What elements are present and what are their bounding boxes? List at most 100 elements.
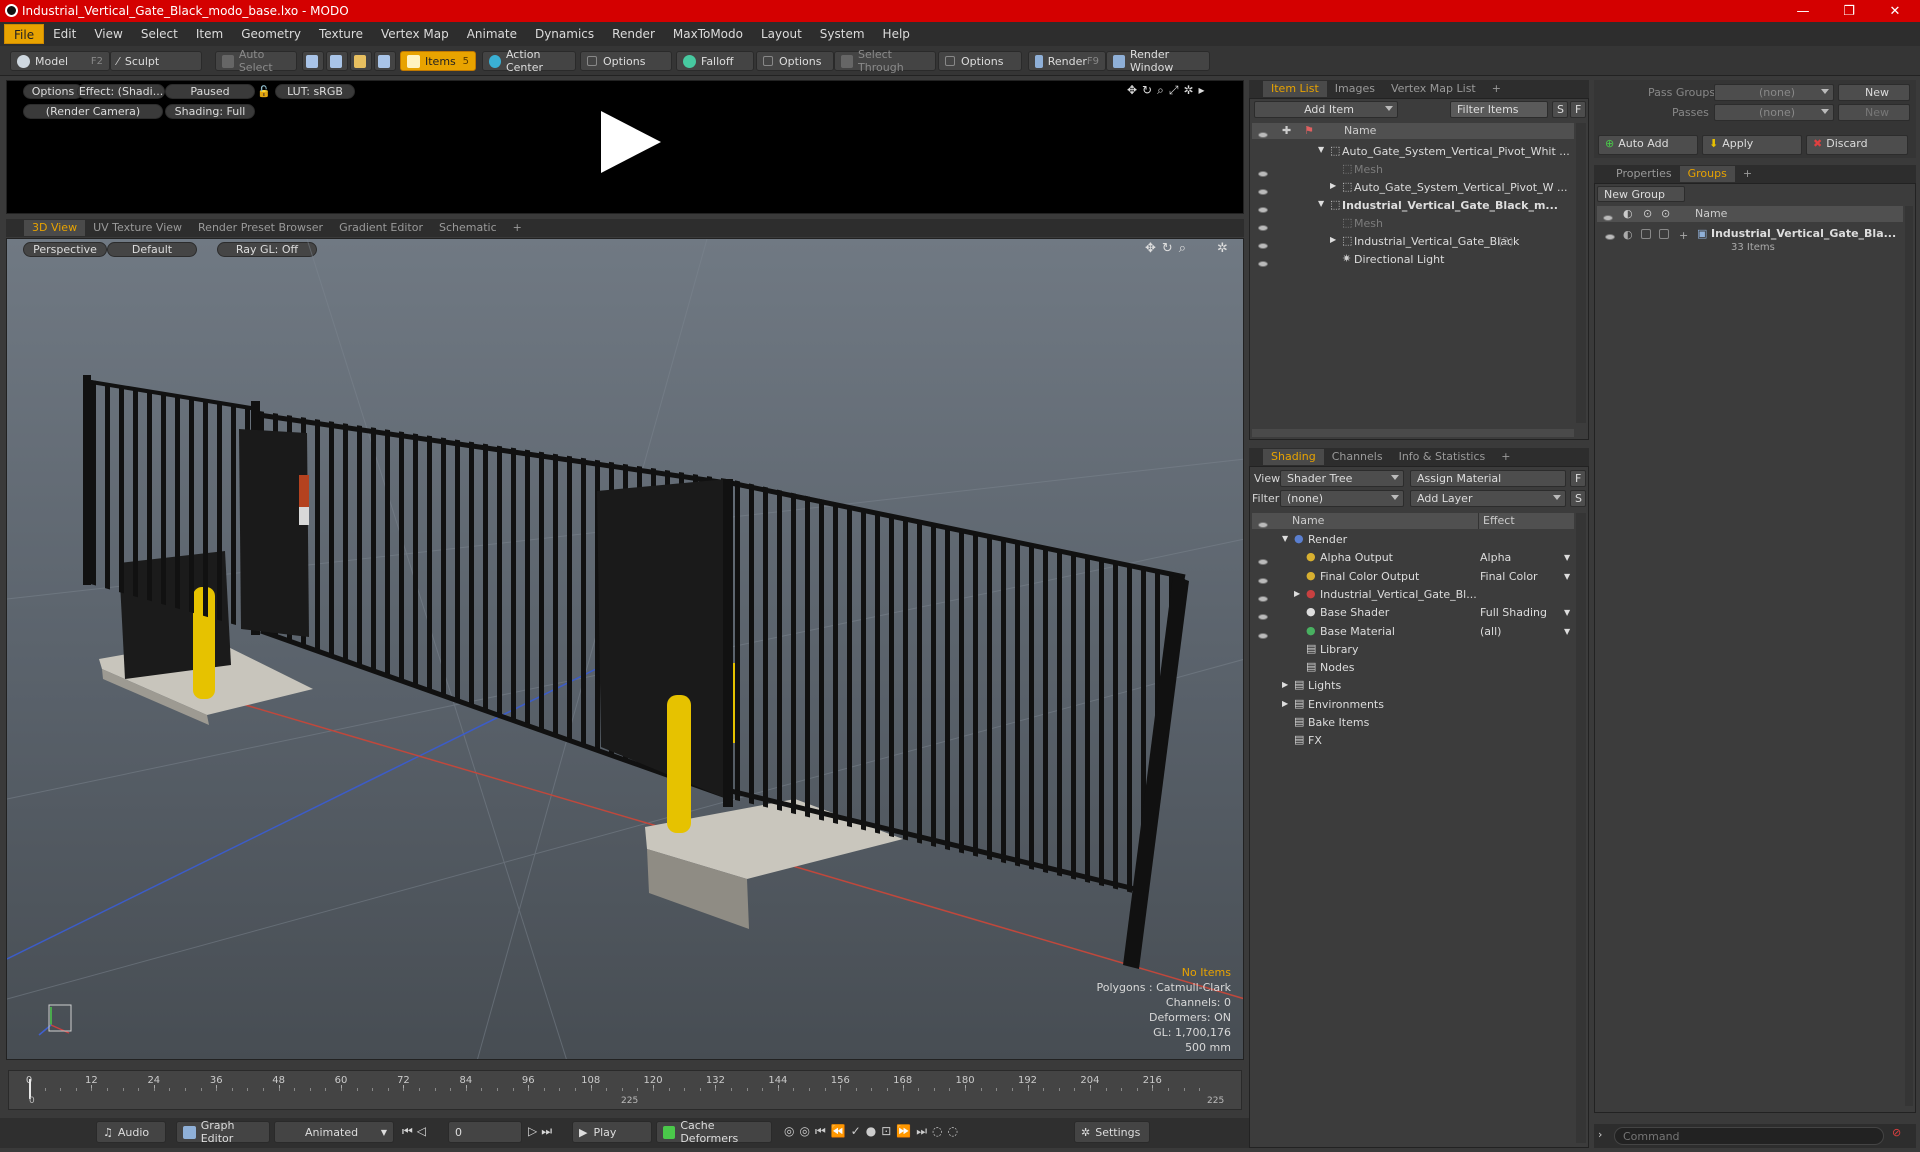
menu-geometry[interactable]: Geometry bbox=[232, 24, 310, 44]
group-select-checkbox[interactable] bbox=[1659, 229, 1669, 242]
menu-texture[interactable]: Texture bbox=[310, 24, 372, 44]
tab-shading[interactable]: Shading bbox=[1263, 449, 1324, 465]
row-visibility-eye-icon[interactable] bbox=[1258, 555, 1268, 567]
shading-f-toggle[interactable]: F bbox=[1570, 470, 1586, 487]
filter-f-toggle[interactable]: F bbox=[1570, 101, 1586, 118]
shading-filter-dropdown[interactable]: (none) bbox=[1280, 490, 1404, 507]
filter-s-toggle[interactable]: S bbox=[1552, 101, 1568, 118]
group-row[interactable]: ◐ + ▣ Industrial_Vertical_Gate_Bla... 33… bbox=[1597, 226, 1903, 260]
shading-dropdown[interactable]: Shading: Full bbox=[165, 104, 255, 119]
menu-file[interactable]: File bbox=[4, 24, 45, 44]
row-visibility-eye-icon[interactable] bbox=[1258, 574, 1268, 586]
new-pass-group-button[interactable]: New bbox=[1838, 84, 1910, 101]
tab-channels[interactable]: Channels bbox=[1324, 449, 1391, 465]
menu-view[interactable]: View bbox=[85, 24, 131, 44]
group-expand-icon[interactable]: + bbox=[1679, 229, 1688, 242]
menu-dynamics[interactable]: Dynamics bbox=[526, 24, 603, 44]
maximize-button[interactable]: ❐ bbox=[1826, 0, 1872, 22]
row-visibility-eye-icon[interactable] bbox=[1258, 257, 1268, 269]
groups-vertical-scrollbar[interactable] bbox=[1905, 206, 1913, 1106]
row-expander-icon[interactable]: ▶ bbox=[1282, 680, 1288, 689]
timeline-ruler[interactable]: 0122436486072849610812013214415616818019… bbox=[9, 1071, 1243, 1093]
row-visibility-eye-icon[interactable] bbox=[1258, 592, 1268, 604]
frame-input[interactable]: 0 bbox=[448, 1121, 522, 1143]
item-list-row[interactable]: ⬚ Mesh bbox=[1252, 215, 1574, 233]
menu-item[interactable]: Item bbox=[187, 24, 232, 44]
select-through-button[interactable]: Select Through bbox=[834, 48, 936, 74]
shader-tree-row[interactable]: ▤ Nodes bbox=[1252, 659, 1574, 677]
shader-tree-row[interactable]: ▼ ● Render bbox=[1252, 531, 1574, 549]
paused-toggle[interactable]: Paused bbox=[165, 84, 255, 99]
auto-select-button[interactable]: Auto Select bbox=[215, 48, 297, 74]
effect-dropdown[interactable]: Effect: (Shadi... bbox=[77, 84, 165, 99]
falloff-options-button[interactable]: Options bbox=[756, 51, 834, 71]
row-visibility-eye-icon[interactable] bbox=[1258, 629, 1268, 641]
row-visibility-eye-icon[interactable] bbox=[1258, 167, 1268, 179]
preview-options-button[interactable]: Options bbox=[23, 84, 83, 99]
shader-tree-row[interactable]: ▶ ▤ Environments bbox=[1252, 696, 1574, 714]
render-button[interactable]: Render F9 bbox=[1028, 51, 1106, 71]
lock-column-icon[interactable]: ⊙ bbox=[1643, 206, 1652, 222]
add-tab-icon[interactable]: + bbox=[1484, 81, 1509, 97]
rewind-step-icons[interactable]: ⏮◁ bbox=[402, 1124, 430, 1139]
shader-tree-row[interactable]: ● Base Material (all) ▼ bbox=[1252, 623, 1574, 641]
render-column-icon[interactable]: ⚑ bbox=[1304, 123, 1314, 139]
falloff-button[interactable]: Falloff bbox=[676, 51, 754, 71]
row-visibility-eye-icon[interactable] bbox=[1258, 203, 1268, 215]
model-button[interactable]: Model F2 bbox=[10, 51, 110, 71]
visibility-column-eye-icon[interactable] bbox=[1258, 127, 1268, 143]
animated-dropdown[interactable]: Animated ▼ bbox=[274, 1121, 394, 1143]
add-tab-icon[interactable]: + bbox=[505, 220, 530, 236]
settings-button[interactable]: ✲ Settings bbox=[1074, 1121, 1150, 1143]
filter-items-input[interactable]: Filter Items bbox=[1450, 101, 1548, 118]
graph-editor-button[interactable]: Graph Editor bbox=[176, 1119, 270, 1145]
play-preview-icon[interactable] bbox=[595, 107, 665, 177]
command-expand-icon[interactable]: › bbox=[1598, 1128, 1602, 1141]
item-list-row[interactable]: ▶ ⬚ Industrial_Vertical_Gate_Black (2) bbox=[1252, 233, 1574, 251]
tab-gradient-editor[interactable]: Gradient Editor bbox=[331, 220, 431, 236]
visibility-column-eye-icon[interactable] bbox=[1603, 210, 1613, 226]
row-expander-icon[interactable]: ▼ bbox=[1318, 199, 1324, 208]
menu-render[interactable]: Render bbox=[603, 24, 664, 44]
render-camera-dropdown[interactable]: (Render Camera) bbox=[23, 104, 163, 119]
item-list-row[interactable]: ▼ ⬚ Industrial_Vertical_Gate_Black_m... bbox=[1252, 197, 1574, 215]
menu-maxtomodo[interactable]: MaxToModo bbox=[664, 24, 752, 44]
menu-help[interactable]: Help bbox=[874, 24, 919, 44]
shader-tree-dropdown[interactable]: Shader Tree bbox=[1280, 470, 1404, 487]
items-mode-button[interactable]: Items 5 bbox=[400, 51, 476, 71]
key-transport-icons[interactable]: ◎◎⏮⏪✓●⊡⏩⏭◌◌ bbox=[784, 1124, 963, 1139]
forward-step-icons[interactable]: ▷⏭ bbox=[528, 1124, 556, 1139]
menu-system[interactable]: System bbox=[811, 24, 874, 44]
row-visibility-eye-icon[interactable] bbox=[1258, 239, 1268, 251]
tab-uv-texture-view[interactable]: UV Texture View bbox=[85, 220, 190, 236]
new-group-button[interactable]: New Group bbox=[1597, 186, 1685, 202]
discard-button[interactable]: ✖ Discard bbox=[1806, 135, 1908, 155]
item-list-row[interactable]: ▼ ⬚ Auto_Gate_System_Vertical_Pivot_Whit .… bbox=[1252, 143, 1574, 161]
tab-images[interactable]: Images bbox=[1327, 81, 1383, 97]
menu-edit[interactable]: Edit bbox=[44, 24, 85, 44]
action-center-button[interactable]: Action Center bbox=[482, 48, 576, 74]
row-effect-dropdown[interactable]: Final Color bbox=[1480, 570, 1538, 583]
row-visibility-eye-icon[interactable] bbox=[1258, 221, 1268, 233]
tab-3d-view[interactable]: 3D View bbox=[24, 220, 86, 236]
apply-button[interactable]: ⬇ Apply bbox=[1702, 135, 1802, 155]
row-effect-dropdown[interactable]: Alpha bbox=[1480, 551, 1511, 564]
timeline[interactable]: 0 12 24 36 48 60 72 84 96 108 120 132 144 156 168 180 19… bbox=[8, 1070, 1242, 1110]
shader-tree-row[interactable]: ▶ ● Industrial_Vertical_Gate_Bl... bbox=[1252, 586, 1574, 604]
shading-s-toggle[interactable]: S bbox=[1570, 490, 1586, 507]
shader-tree-row[interactable]: ▤ Bake Items bbox=[1252, 714, 1574, 732]
select-column-icon[interactable]: ⊙ bbox=[1661, 206, 1670, 222]
row-expander-icon[interactable]: ▼ bbox=[1318, 145, 1324, 154]
assign-material-button[interactable]: Assign Material bbox=[1410, 470, 1566, 487]
menu-vertex-map[interactable]: Vertex Map bbox=[372, 24, 458, 44]
tab-item-list[interactable]: Item List bbox=[1263, 81, 1327, 97]
menu-select[interactable]: Select bbox=[132, 24, 187, 44]
item-list-horizontal-scrollbar[interactable] bbox=[1252, 429, 1574, 437]
row-expander-icon[interactable]: ▶ bbox=[1294, 589, 1300, 598]
row-effect-dropdown[interactable]: (all) bbox=[1480, 625, 1501, 638]
shader-tree-row[interactable]: ▶ ▤ Lights bbox=[1252, 677, 1574, 695]
command-input[interactable] bbox=[1614, 1127, 1884, 1145]
tab-vertex-map-list[interactable]: Vertex Map List bbox=[1383, 81, 1484, 97]
shader-tree-row[interactable]: ▤ Library bbox=[1252, 641, 1574, 659]
group-render-icon[interactable]: ◐ bbox=[1623, 228, 1633, 241]
